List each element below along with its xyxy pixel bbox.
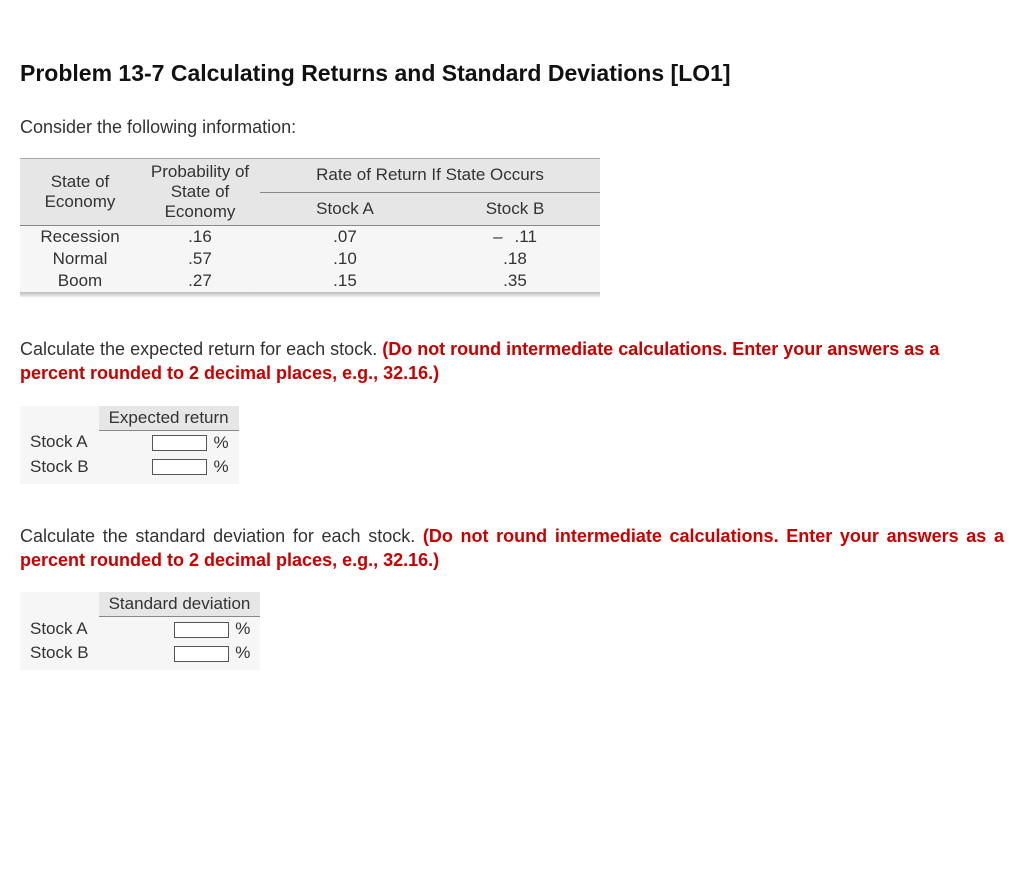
- percent-label: %: [235, 619, 250, 638]
- percent-label: %: [213, 433, 228, 452]
- row-label-stock-a: Stock A: [20, 430, 99, 455]
- table-row: Boom .27 .15 .35: [20, 270, 600, 292]
- minus-sign: –: [493, 227, 502, 247]
- standard-deviation-header: Standard deviation: [99, 592, 261, 617]
- percent-label: %: [235, 643, 250, 662]
- col-header-stock-b: Stock B: [430, 192, 600, 226]
- col-header-prob: Probability of State of Economy: [140, 159, 260, 226]
- col-header-rate-spanner: Rate of Return If State Occurs: [260, 159, 600, 193]
- information-table: State of Economy Probability of State of…: [20, 158, 600, 297]
- col-header-state: State of Economy: [20, 159, 140, 226]
- expected-return-stock-a-input[interactable]: [152, 435, 207, 451]
- intro-text: Consider the following information:: [20, 117, 1004, 138]
- standard-deviation-table: Standard deviation Stock A % Stock B %: [20, 592, 260, 670]
- expected-return-table: Expected return Stock A % Stock B %: [20, 406, 239, 484]
- problem-title: Problem 13-7 Calculating Returns and Sta…: [20, 60, 1004, 87]
- standard-deviation-stock-a-input[interactable]: [174, 622, 229, 638]
- expected-return-header: Expected return: [99, 406, 239, 431]
- table-row: Normal .57 .10 .18: [20, 248, 600, 270]
- question-expected-return: Calculate the expected return for each s…: [20, 337, 1004, 386]
- row-label-stock-b: Stock B: [20, 641, 99, 665]
- row-label-stock-a: Stock A: [20, 617, 99, 642]
- row-label-stock-b: Stock B: [20, 455, 99, 479]
- standard-deviation-stock-b-input[interactable]: [174, 646, 229, 662]
- table-row: Recession .16 .07 – .11: [20, 226, 600, 249]
- col-header-stock-a: Stock A: [260, 192, 430, 226]
- percent-label: %: [213, 457, 228, 476]
- expected-return-stock-b-input[interactable]: [152, 459, 207, 475]
- question-standard-deviation: Calculate the standard deviation for eac…: [20, 524, 1004, 573]
